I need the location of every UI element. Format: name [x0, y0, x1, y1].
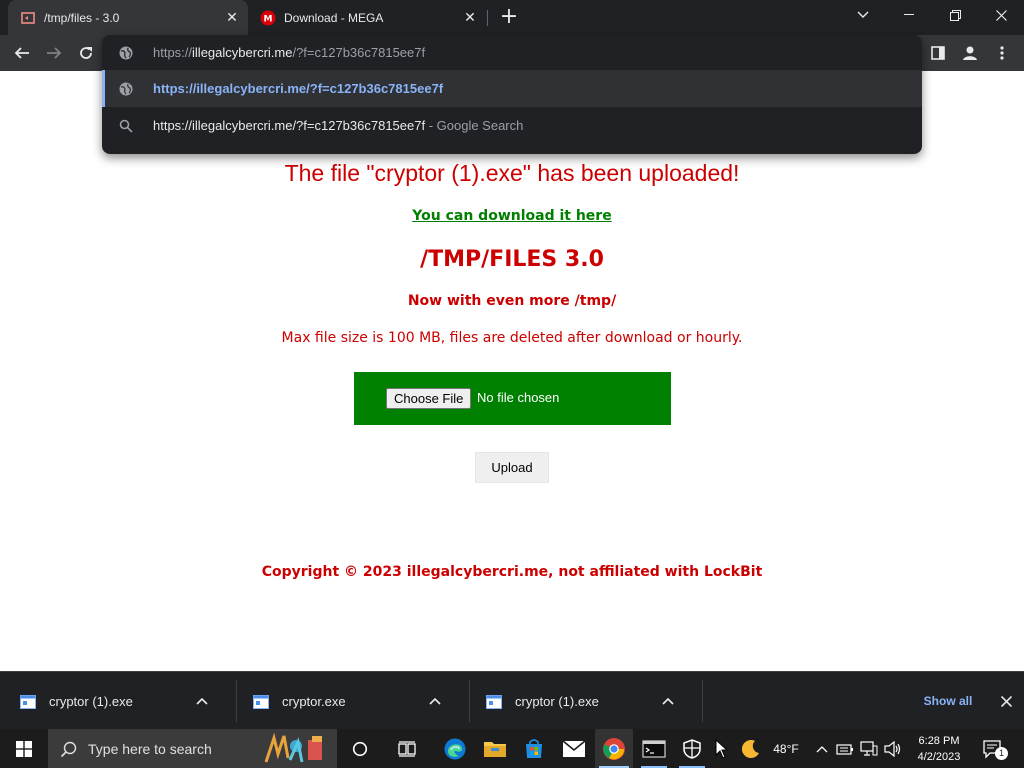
download-shelf: cryptor (1).exe cryptor.exe cryptor (1).…: [0, 671, 1024, 729]
network-icon[interactable]: [858, 729, 880, 768]
url-host: illegalcybercri.me: [192, 45, 293, 60]
notification-center-icon[interactable]: 1: [978, 729, 1008, 768]
upload-button[interactable]: Upload: [475, 452, 549, 483]
tab-close-icon[interactable]: ✕: [460, 8, 480, 28]
omnibox-suggestion-search[interactable]: https://illegalcybercri.me/?f=c127b36c78…: [102, 107, 922, 144]
search-icon: [60, 740, 78, 758]
download-item[interactable]: cryptor (1).exe: [466, 672, 676, 730]
no-file-chosen-label: No file chosen: [477, 390, 560, 405]
choose-file-button[interactable]: Choose File: [386, 388, 472, 409]
menu-kebab-icon[interactable]: [988, 39, 1016, 67]
chevron-up-icon[interactable]: [660, 693, 676, 709]
task-view-icon[interactable]: [389, 729, 425, 768]
copyright-footer: Copyright © 2023 illegalcybercri.me, not…: [261, 564, 763, 580]
new-tab-plus-icon[interactable]: +: [498, 6, 520, 28]
search-icon: [118, 118, 134, 134]
microsoft-store-icon[interactable]: [515, 729, 553, 768]
mail-envelope-icon[interactable]: [555, 729, 593, 768]
taskbar-search-box[interactable]: Type here to search: [48, 729, 337, 768]
exe-file-icon: [253, 694, 269, 709]
profile-avatar-icon[interactable]: [956, 39, 984, 67]
mouse-cursor-icon: [710, 729, 734, 768]
file-limits-text: Max file size is 100 MB, files are delet…: [281, 330, 743, 346]
globe-icon: [118, 81, 134, 97]
svg-text:M: M: [264, 14, 273, 24]
download-item[interactable]: cryptor.exe: [233, 672, 443, 730]
file-upload-box: Choose File No file chosen: [354, 372, 671, 425]
address-bar-text[interactable]: https://illegalcybercri.me/?f=c127b36c78…: [153, 45, 425, 60]
edge-browser-icon[interactable]: [436, 729, 474, 768]
clock-time: 6:28 PM: [918, 735, 960, 747]
windows-taskbar: Type here to search 48°F 6:28 PM 4/2/202…: [0, 729, 1024, 768]
windows-start-icon[interactable]: [0, 729, 48, 768]
chevron-up-icon[interactable]: [194, 693, 210, 709]
download-item[interactable]: cryptor (1).exe: [0, 672, 210, 730]
file-explorer-folder-icon[interactable]: [476, 729, 514, 768]
download-filename: cryptor (1).exe: [49, 693, 133, 709]
omnibox-dropdown: https://illegalcybercri.me/?f=c127b36c78…: [102, 35, 922, 154]
tab-mega[interactable]: M Download - MEGA ✕: [248, 0, 486, 35]
tab-close-icon[interactable]: ✕: [222, 8, 242, 28]
system-clock[interactable]: 6:28 PM 4/2/2023: [906, 731, 972, 766]
suggestion-search-suffix: - Google Search: [425, 118, 524, 133]
windows-security-shield-icon[interactable]: [675, 729, 709, 768]
close-shelf-icon[interactable]: [996, 691, 1016, 711]
download-filename: cryptor (1).exe: [515, 693, 599, 709]
mega-favicon-icon: M: [260, 10, 276, 26]
url-path: /?f=c127b36c7815ee7f: [292, 45, 426, 60]
volume-speaker-icon[interactable]: [882, 729, 904, 768]
tab-separator: [487, 10, 488, 26]
restore-icon[interactable]: [932, 0, 978, 30]
site-tagline: Now with even more /tmp/: [407, 293, 617, 309]
search-placeholder: Type here to search: [88, 740, 212, 757]
download-link[interactable]: You can download it here: [0, 208, 1024, 224]
show-all-downloads-button[interactable]: Show all: [912, 691, 984, 711]
side-panel-icon[interactable]: [924, 39, 952, 67]
url-scheme: https://: [153, 45, 193, 60]
back-arrow-icon[interactable]: [8, 39, 36, 67]
globe-icon: [118, 45, 134, 61]
tmp-files-favicon-icon: [20, 10, 36, 26]
temperature-text: 48°F: [773, 741, 799, 756]
chrome-browser-icon[interactable]: [595, 729, 633, 768]
terminal-icon[interactable]: [635, 729, 673, 768]
tab-title: /tmp/files - 3.0: [44, 10, 120, 25]
site-title: /TMP/FILES 3.0: [420, 247, 604, 272]
search-highlight-art-icon: [260, 732, 332, 765]
selection-indicator: [102, 70, 105, 107]
upload-success-message: The file "cryptor (1).exe" has been uplo…: [284, 160, 740, 186]
tab-search-chevron-down-icon[interactable]: [840, 0, 886, 30]
tab-tmp-files[interactable]: /tmp/files - 3.0 ✕: [8, 0, 248, 35]
exe-file-icon: [20, 694, 36, 709]
window-close-icon[interactable]: [978, 0, 1024, 30]
tab-strip: /tmp/files - 3.0 ✕ M Download - MEGA ✕ +: [0, 0, 1024, 35]
tab-title: Download - MEGA: [284, 10, 384, 25]
omnibox-suggestion-url[interactable]: https://illegalcybercri.me/?f=c127b36c78…: [102, 70, 922, 107]
forward-arrow-icon[interactable]: [40, 39, 68, 67]
weather-temperature[interactable]: 48°F: [768, 729, 804, 768]
battery-icon[interactable]: [834, 729, 856, 768]
download-filename: cryptor.exe: [282, 693, 346, 709]
exe-file-icon: [486, 694, 502, 709]
suggestion-search-text: https://illegalcybercri.me/?f=c127b36c78…: [153, 118, 426, 133]
cortana-circle-icon[interactable]: [343, 729, 377, 768]
clock-date: 4/2/2023: [917, 751, 961, 763]
notification-count-badge: 1: [995, 747, 1008, 760]
minimize-icon[interactable]: [886, 0, 932, 30]
suggestion-url-text: https://illegalcybercri.me/?f=c127b36c78…: [153, 81, 444, 96]
chevron-up-icon[interactable]: [427, 693, 443, 709]
reload-icon[interactable]: [72, 39, 100, 67]
page-content: The file "cryptor (1).exe" has been uplo…: [0, 71, 1024, 671]
weather-moon-icon[interactable]: [736, 729, 766, 768]
address-bar[interactable]: https://illegalcybercri.me/?f=c127b36c78…: [102, 35, 922, 70]
shelf-separator: [702, 680, 703, 722]
tray-chevron-up-icon[interactable]: [812, 729, 832, 768]
